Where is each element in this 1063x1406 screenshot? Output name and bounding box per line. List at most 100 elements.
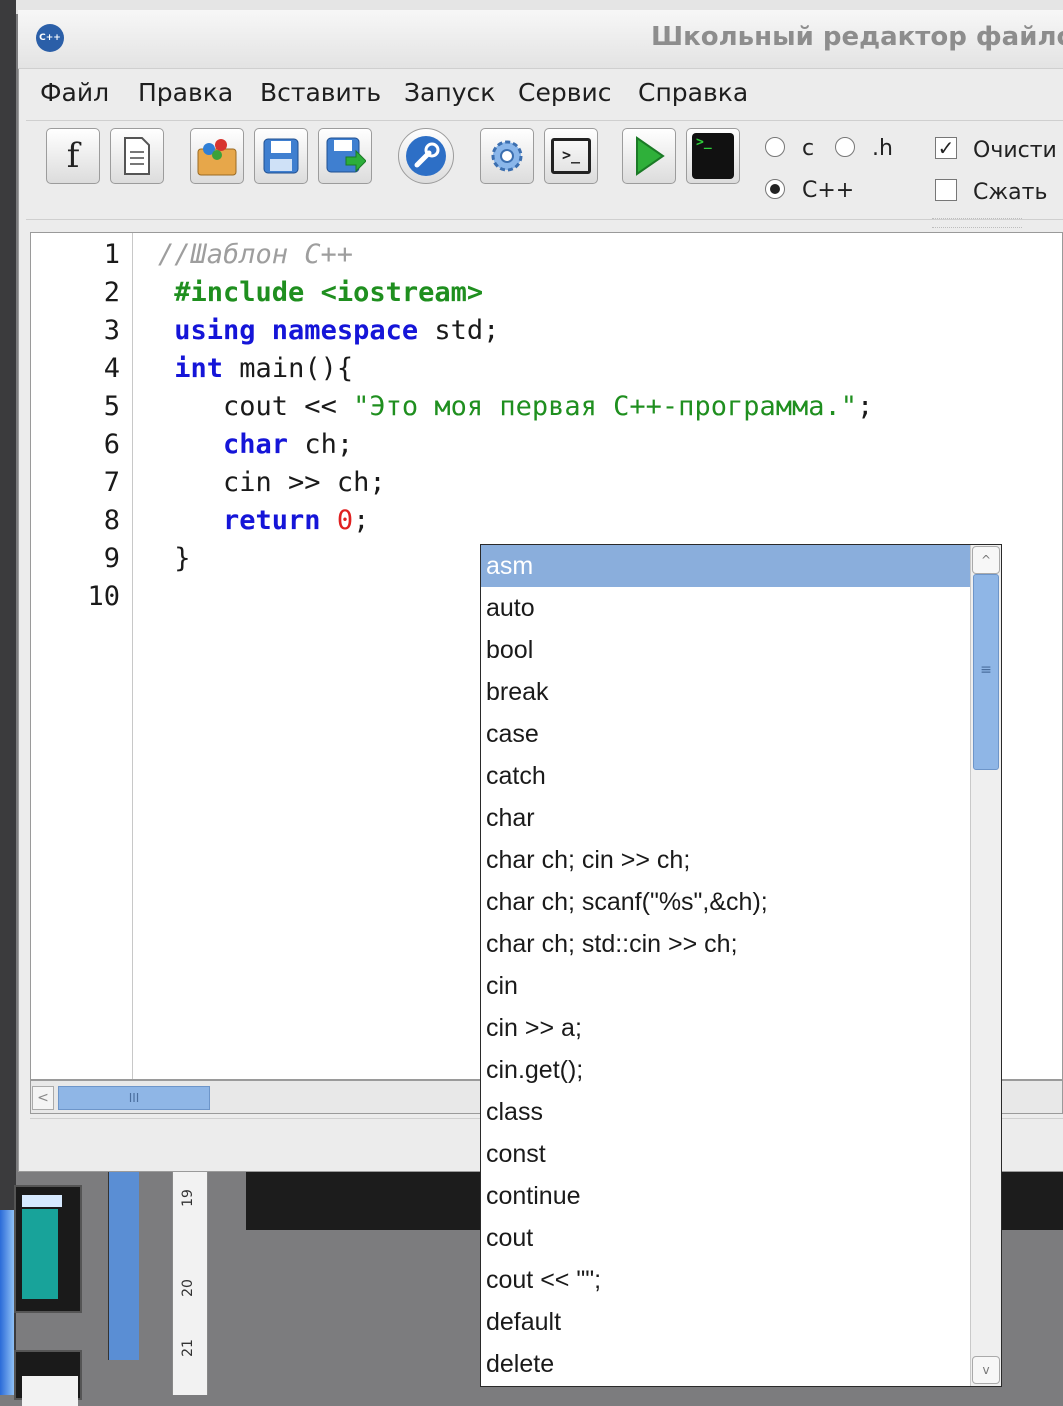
f-letter-icon: f (66, 136, 80, 176)
line-number: 10 (87, 581, 120, 612)
lang-c-radio[interactable] (765, 137, 785, 157)
vertical-ruler: 19 20 21 (172, 1170, 208, 1395)
window-title: Школьный редактор файлов (651, 22, 1063, 52)
completion-item[interactable]: cout (481, 1217, 971, 1259)
line-number: 6 (103, 429, 120, 460)
code-line: cout << "Это моя первая C++-программа."; (158, 388, 1063, 426)
completion-item[interactable]: bool (481, 629, 971, 671)
completion-item[interactable]: default (481, 1301, 971, 1343)
keyword: char (223, 429, 289, 460)
completion-item[interactable]: char (481, 797, 971, 839)
completion-item[interactable]: char ch; cin >> ch; (481, 839, 971, 881)
completion-item[interactable]: delete (481, 1343, 971, 1385)
run-button[interactable] (622, 128, 676, 184)
code-text: cin >> ch; (174, 467, 386, 498)
code-text: ch; (288, 429, 354, 460)
completion-item[interactable]: const (481, 1133, 971, 1175)
compress-checkbox[interactable] (935, 179, 957, 201)
code-line: #include <iostream> (158, 274, 1063, 312)
lang-h-radio[interactable] (835, 137, 855, 157)
new-file-button[interactable] (110, 128, 164, 184)
completion-item[interactable]: auto (481, 587, 971, 629)
console-button[interactable]: >_ (544, 128, 598, 184)
code-text: ; (857, 391, 874, 422)
document-icon (124, 137, 150, 175)
clear-checkbox-label: Очисти (973, 138, 1057, 163)
keyword: return (223, 505, 321, 536)
completion-item[interactable]: cout << ""; (481, 1259, 971, 1301)
line-number: 1 (103, 239, 120, 270)
code-text: ; (353, 505, 370, 536)
completion-item[interactable]: continue (481, 1175, 971, 1217)
lang-h-label: .h (872, 136, 893, 161)
lang-cpp-label: C++ (802, 178, 855, 203)
settings-wrench-button[interactable] (398, 128, 454, 184)
floppy-icon (263, 138, 299, 174)
completion-item[interactable]: case (481, 713, 971, 755)
code-text: cout << (174, 391, 354, 422)
code-line: cin >> ch; (158, 464, 1063, 502)
line-number: 4 (103, 353, 120, 384)
code-text: std; (418, 315, 500, 346)
options-gear-button[interactable] (480, 128, 534, 184)
completion-item[interactable]: cin.get(); (481, 1049, 971, 1091)
line-number: 3 (103, 315, 120, 346)
code-line: int main(){ (158, 350, 1063, 388)
menu-edit[interactable]: Правка (138, 78, 233, 107)
background-slide (1000, 1172, 1063, 1230)
compress-checkbox-label: Сжать (973, 180, 1048, 205)
menu-help[interactable]: Справка (638, 78, 748, 107)
background-scrollbar (108, 1170, 139, 1360)
code-line: return 0; (158, 502, 1063, 540)
scroll-down-arrow-icon[interactable]: v (972, 1356, 1000, 1384)
save-button[interactable] (254, 128, 308, 184)
wrench-icon (406, 136, 446, 176)
clear-checkbox[interactable]: ✓ (935, 137, 957, 159)
completion-item[interactable]: asm (481, 545, 971, 587)
toolbar-grip[interactable] (932, 218, 1022, 228)
code-line: char ch; (158, 426, 1063, 464)
lang-cpp-radio[interactable] (765, 179, 785, 199)
open-button[interactable] (190, 128, 244, 184)
completion-item[interactable]: break (481, 671, 971, 713)
line-number: 7 (103, 467, 120, 498)
menu-service[interactable]: Сервис (518, 78, 611, 107)
completion-item[interactable]: catch (481, 755, 971, 797)
floppy-arrow-icon (326, 137, 366, 173)
slide-thumbnail[interactable] (14, 1185, 82, 1313)
line-number: 8 (103, 505, 120, 536)
keyword: using namespace (174, 315, 419, 346)
line-number: 5 (103, 391, 120, 422)
completion-item[interactable]: class (481, 1091, 971, 1133)
completion-item[interactable]: cin (481, 965, 971, 1007)
code-line: using namespace std; (158, 312, 1063, 350)
preprocessor-directive: #include <iostream> (174, 277, 484, 308)
code-text: } (158, 543, 191, 574)
menu-run[interactable]: Запуск (404, 78, 495, 107)
completion-scroll-thumb[interactable]: ≡ (973, 574, 999, 770)
ruler-number: 21 (179, 1339, 196, 1357)
comment: //Шаблон C++ (158, 239, 354, 270)
line-number: 9 (103, 543, 120, 574)
ruler-number: 19 (179, 1189, 196, 1207)
black-terminal-icon: >_ (692, 133, 734, 179)
line-number: 2 (103, 277, 120, 308)
play-icon (636, 136, 665, 176)
slide-thumbnail[interactable] (14, 1350, 82, 1406)
save-as-button[interactable] (318, 128, 372, 184)
terminal-icon: >_ (551, 138, 591, 174)
completion-item[interactable]: char ch; std::cin >> ch; (481, 923, 971, 965)
menu-insert[interactable]: Вставить (260, 78, 381, 107)
scroll-up-arrow-icon[interactable]: ^ (972, 546, 1000, 574)
completion-item[interactable]: char ch; scanf("%s",&ch); (481, 881, 971, 923)
completion-popup: asm auto bool break case catch char char… (480, 544, 1002, 1387)
horizontal-scroll-thumb[interactable]: III (58, 1086, 210, 1110)
run-terminal-button[interactable]: >_ (686, 128, 740, 184)
code-line: //Шаблон C++ (158, 236, 1063, 274)
function-button[interactable]: f (46, 128, 100, 184)
background-desktop-stripe (0, 1210, 14, 1395)
scroll-left-arrow-icon[interactable]: < (32, 1086, 54, 1110)
menu-file[interactable]: Файл (40, 78, 109, 107)
completion-item[interactable]: cin >> a; (481, 1007, 971, 1049)
ruler-number: 20 (179, 1279, 196, 1297)
